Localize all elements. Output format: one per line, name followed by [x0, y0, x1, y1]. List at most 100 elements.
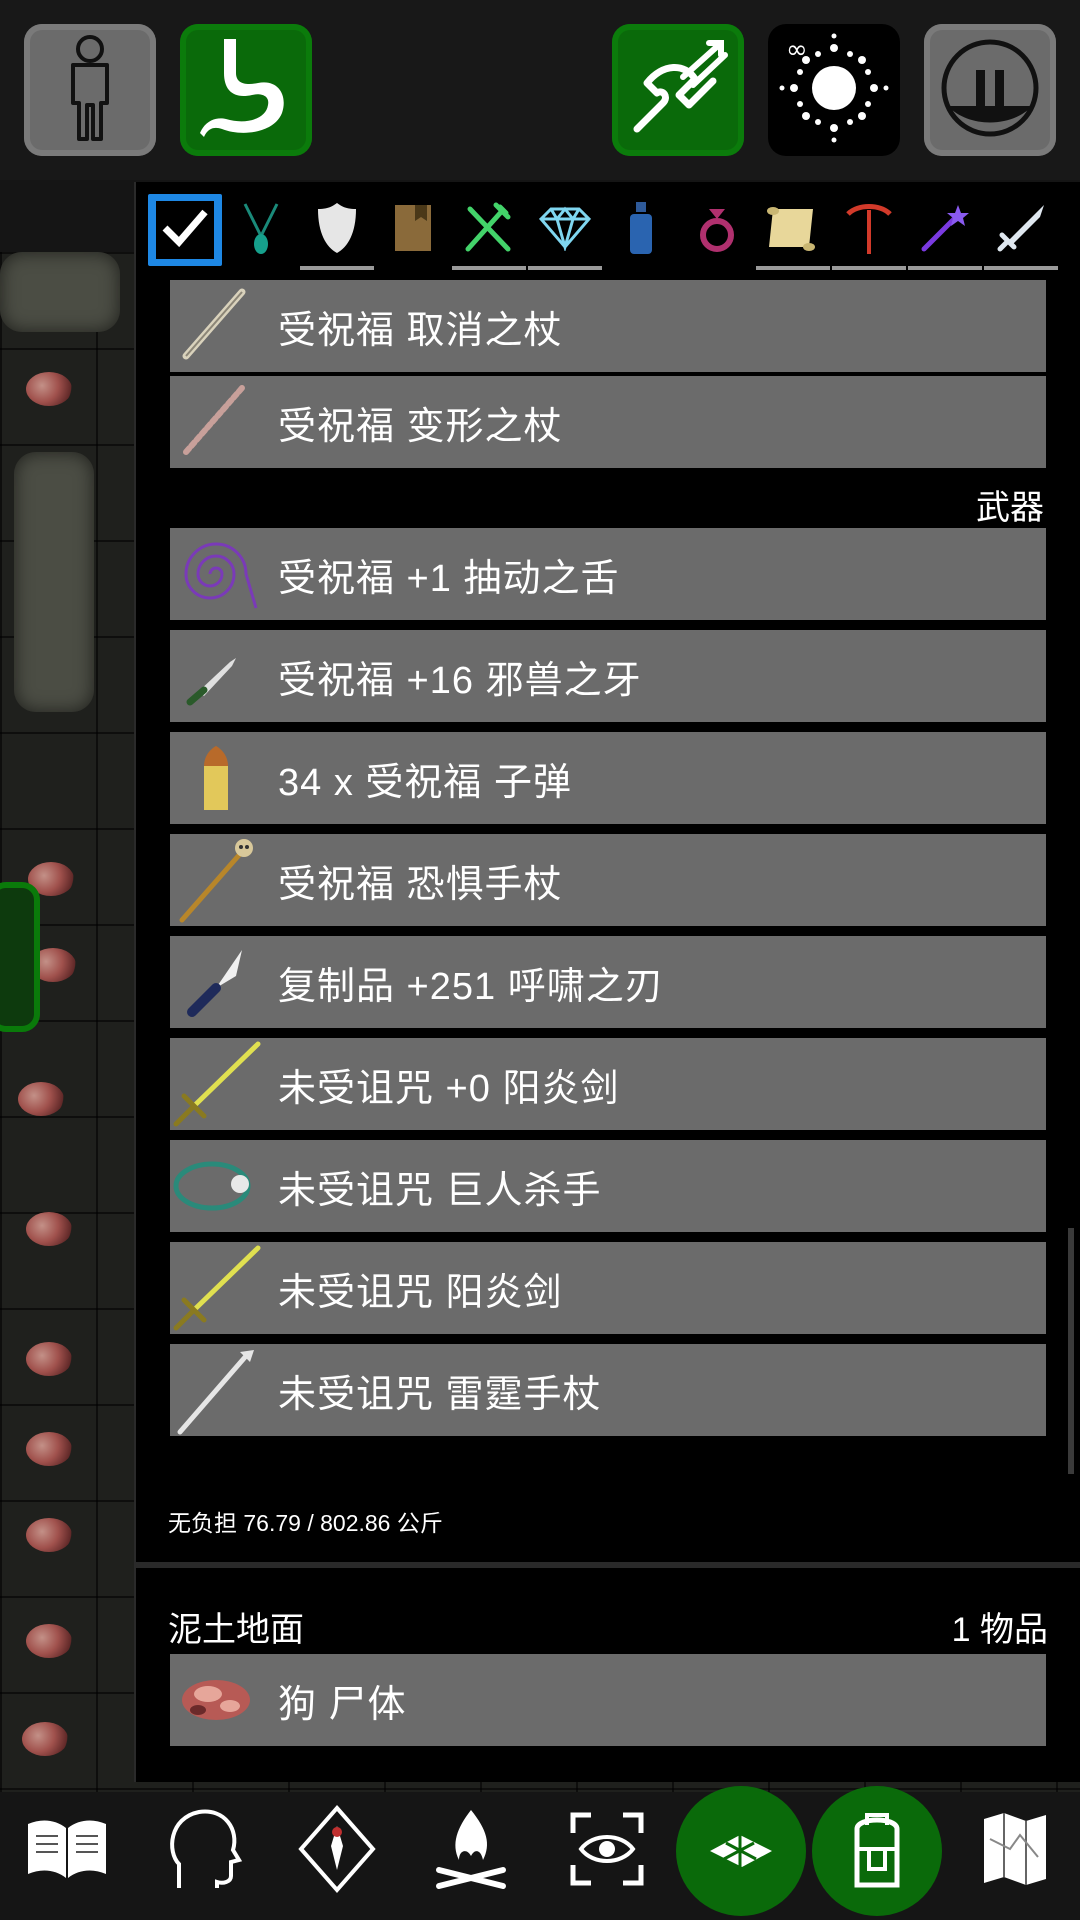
filter-amulets[interactable] — [224, 194, 298, 266]
filter-gems[interactable] — [528, 194, 602, 270]
item-label: 受祝福 取消之杖 — [278, 309, 563, 352]
item-label: 未受诅咒 +0 阳炎剑 — [278, 1067, 620, 1110]
floor-tiles-icon — [706, 1829, 776, 1874]
whip-icon — [170, 528, 262, 620]
filter-weapons[interactable] — [984, 194, 1058, 270]
golden-sword-icon — [170, 1242, 262, 1334]
corpse-tile — [18, 1082, 64, 1116]
floor-item-count: 1 物品 — [951, 1611, 1048, 1649]
wand-icon — [918, 201, 972, 260]
bottom-toolbar — [0, 1782, 1080, 1920]
floor-items-button[interactable] — [676, 1786, 806, 1916]
filter-potions[interactable] — [604, 194, 678, 266]
item-label: 受祝福 变形之杖 — [278, 405, 563, 448]
pause-button[interactable] — [924, 24, 1056, 156]
inventory-item[interactable]: 复制品 +251 呼啸之刃 — [170, 936, 1046, 1028]
corpse-icon — [170, 1654, 262, 1746]
inventory-item[interactable]: 受祝福 变形之杖 — [170, 376, 1046, 468]
golden-sword-icon — [170, 1038, 262, 1130]
inventory-item[interactable]: 未受诅咒 巨人杀手 — [170, 1140, 1046, 1232]
corpse-tile — [26, 1432, 72, 1466]
dagger-icon — [170, 630, 262, 722]
item-label: 未受诅咒 雷霆手杖 — [278, 1373, 602, 1416]
map-icon — [980, 1809, 1050, 1894]
filter-food[interactable] — [452, 194, 526, 270]
inventory-item[interactable]: 34 x 受祝福 子弹 — [170, 732, 1046, 824]
item-label: 34 x 受祝福 子弹 — [278, 761, 572, 804]
inventory-item[interactable]: 受祝福 +1 抽动之舌 — [170, 528, 1046, 620]
gem-icon — [537, 205, 593, 256]
filter-armor[interactable] — [300, 194, 374, 270]
talk-button[interactable] — [148, 1796, 258, 1906]
ring-icon — [695, 201, 739, 260]
sword-icon — [994, 201, 1048, 260]
campfire-icon — [431, 1804, 511, 1899]
inventory-item[interactable]: 受祝福 +16 邪兽之牙 — [170, 630, 1046, 722]
fork-knife-icon — [462, 201, 516, 260]
pause-icon — [938, 36, 1042, 145]
look-button[interactable] — [552, 1796, 662, 1906]
filter-rings[interactable] — [680, 194, 754, 266]
bullet-icon — [170, 732, 262, 824]
wand-bone-icon — [170, 280, 262, 372]
inventory-item[interactable]: 未受诅咒 阳炎剑 — [170, 1242, 1046, 1334]
inventory-item[interactable]: 受祝福 取消之杖 — [170, 280, 1046, 372]
journal-button[interactable] — [12, 1796, 122, 1906]
shield-icon — [314, 201, 360, 260]
dungeon-wall — [0, 252, 120, 332]
rest-button[interactable] — [416, 1796, 526, 1906]
backpack-icon — [845, 1809, 909, 1894]
item-label: 狗 尸体 — [278, 1683, 407, 1726]
character-button[interactable] — [24, 24, 156, 156]
corpse-tile — [26, 1518, 72, 1552]
inventory-item[interactable]: 未受诅咒 +0 阳炎剑 — [170, 1038, 1046, 1130]
section-header-weapons: 武器 — [976, 489, 1044, 527]
side-drawer-handle[interactable] — [0, 882, 40, 1032]
person-icon — [55, 33, 125, 148]
filter-scrolls[interactable] — [756, 194, 830, 270]
inventory-item[interactable]: 受祝福 恐惧手杖 — [170, 834, 1046, 926]
inventory-item[interactable]: 未受诅咒 雷霆手杖 — [170, 1344, 1046, 1436]
filter-all[interactable] — [148, 194, 222, 266]
compass-icon — [297, 1804, 377, 1899]
map-button[interactable] — [960, 1796, 1070, 1906]
scrollbar[interactable] — [1068, 1228, 1074, 1474]
pickaxe-icon — [844, 200, 894, 261]
infinity-spell-icon: ∞ — [774, 28, 894, 153]
item-label: 受祝福 +16 邪兽之牙 — [278, 659, 642, 702]
book-icon — [22, 1814, 112, 1889]
top-toolbar: ∞ — [0, 0, 1080, 180]
quiver-button[interactable] — [612, 24, 744, 156]
inventory-panel: 受祝福 取消之杖 受祝福 变形之杖 武器 受祝福 +1 抽动之舌 受祝福 +16… — [134, 182, 1080, 1782]
inventory-button[interactable] — [812, 1786, 942, 1916]
corpse-tile — [22, 1722, 68, 1756]
travel-button[interactable] — [282, 1796, 392, 1906]
item-label: 未受诅咒 巨人杀手 — [278, 1169, 602, 1212]
book-icon — [391, 201, 435, 260]
amulet-icon — [239, 200, 283, 261]
scroll-icon — [763, 203, 823, 258]
filter-wands[interactable] — [908, 194, 982, 270]
white-staff-icon — [170, 1344, 262, 1436]
item-label: 受祝福 +1 抽动之舌 — [278, 557, 620, 600]
skull-staff-icon — [170, 834, 262, 926]
check-icon — [161, 208, 209, 253]
category-filter-bar — [136, 182, 1080, 272]
floor-location-name: 泥土地面 — [168, 1611, 304, 1649]
dungeon-wall — [14, 452, 94, 712]
item-label: 受祝福 恐惧手杖 — [278, 863, 563, 906]
look-icon — [565, 1807, 649, 1896]
svg-text:∞: ∞ — [786, 35, 808, 65]
floor-item[interactable]: 狗 尸体 — [170, 1654, 1046, 1746]
hunger-button[interactable] — [180, 24, 312, 156]
corpse-tile — [26, 1212, 72, 1246]
spell-button[interactable]: ∞ — [768, 24, 900, 156]
item-label: 复制品 +251 呼啸之刃 — [278, 965, 664, 1008]
corpse-tile — [26, 372, 72, 406]
filter-books[interactable] — [376, 194, 450, 266]
potion-icon — [626, 200, 656, 261]
weight-status: 无负担 76.79 / 802.86 公斤 — [168, 1510, 443, 1536]
sling-icon — [170, 1140, 262, 1232]
wand-twisted-icon — [170, 376, 262, 468]
filter-tools[interactable] — [832, 194, 906, 270]
